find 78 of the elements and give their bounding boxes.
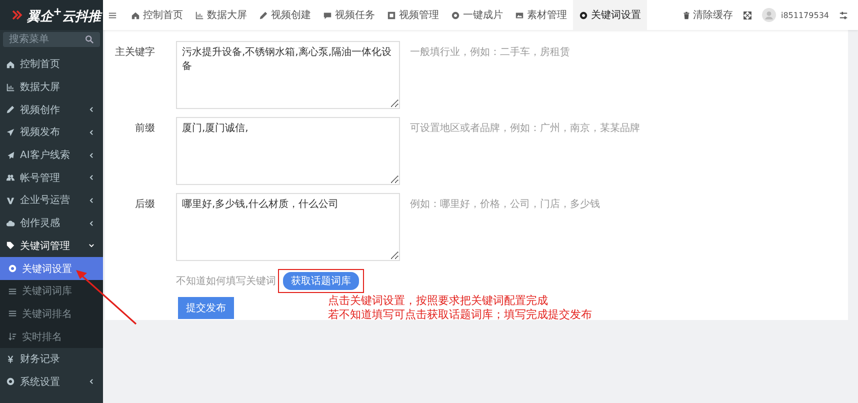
search-icon: [85, 35, 94, 44]
comment-icon: [323, 10, 332, 20]
menu-item[interactable]: 视频创作: [0, 98, 103, 122]
chart-icon: [6, 82, 15, 92]
menu-item[interactable]: 帐号管理: [0, 166, 103, 190]
submit-button[interactable]: 提交发布: [178, 297, 234, 319]
menu-icon[interactable]: [108, 10, 117, 20]
text-area[interactable]: 厦门,厦门诚信,: [176, 117, 400, 185]
image-icon: [515, 10, 524, 20]
yen-icon: [6, 354, 15, 364]
pencil-icon: [259, 10, 268, 20]
chevron-left-icon: [88, 220, 95, 227]
annotation-arrow: [76, 270, 138, 326]
pencil-icon: [6, 105, 15, 114]
submenu-item[interactable]: 关键词词库: [0, 280, 103, 303]
help-text: 不知道如何填写关键词: [176, 274, 276, 288]
submenu-item[interactable]: 关键词排名: [0, 302, 103, 326]
nav-tab[interactable]: 视频任务: [317, 0, 381, 30]
settings-icon: [6, 377, 15, 386]
sort-icon: [8, 332, 17, 342]
chevron-left-icon: [88, 174, 95, 182]
nav-tab[interactable]: 关键词设置: [573, 0, 647, 30]
settings-icon: [8, 264, 17, 274]
nav-tab[interactable]: 素材管理: [509, 0, 573, 30]
chevron-left-icon: [88, 106, 95, 114]
nav-tab[interactable]: 视频管理: [381, 0, 445, 30]
field-hint: 例如：哪里好，价格，公司，门店，多少钱: [410, 198, 600, 211]
list-icon: [8, 309, 17, 318]
submenu-item[interactable]: 实时排名: [0, 325, 103, 348]
list-icon: [8, 286, 17, 296]
chevron-down-icon: [88, 242, 95, 250]
field-label: 前缀: [134, 122, 155, 135]
menu-item[interactable]: 视频发布: [0, 121, 103, 144]
nav-tab[interactable]: 控制首页: [125, 0, 189, 30]
tag-icon: [6, 241, 15, 250]
users-icon: [6, 173, 15, 182]
menu-item[interactable]: 创作灵感: [0, 212, 103, 234]
nav-tab[interactable]: 数据大屏: [189, 0, 253, 30]
paper-plane-icon: [6, 150, 15, 160]
nav-tab[interactable]: 一键成片: [445, 0, 509, 30]
annotation-text: 点击关键词设置，按照要求把关键词配置完成: [328, 294, 549, 308]
menu-item[interactable]: 控制首页: [0, 53, 103, 76]
fullscreen-icon[interactable]: [742, 10, 752, 20]
menu-item[interactable]: 关键词管理: [0, 234, 103, 258]
field-label: 主关键字: [114, 46, 155, 59]
field-hint: 一般填行业，例如：二手车，房租赁: [410, 46, 570, 59]
chevron-left-icon: [88, 378, 95, 386]
sliders-icon[interactable]: [839, 10, 848, 20]
menu-item[interactable]: 财务记录: [0, 348, 103, 371]
chevron-left-icon: [88, 196, 95, 204]
nav-tab[interactable]: 视频创建: [253, 0, 317, 30]
chevron-left-icon: [88, 128, 95, 136]
trash-icon: [682, 10, 691, 20]
film-icon: [387, 10, 396, 20]
fetch-keywords-button[interactable]: 获取话题词库: [283, 272, 359, 290]
username[interactable]: i851179534: [780, 10, 829, 20]
text-area[interactable]: 污水提升设备,不锈钢水箱,离心泵,隔油一体化设备: [176, 41, 400, 109]
logo-mark-icon: [12, 9, 24, 21]
menu-item[interactable]: 数据大屏: [0, 76, 103, 98]
home-icon: [6, 60, 15, 69]
home-icon: [131, 10, 140, 20]
logo-text: 翼企$^{+}$云抖推: [27, 4, 102, 26]
field-hint: 可设置地区或者品牌，例如：广州，南京，某某品牌: [410, 122, 640, 135]
clear-cache-button[interactable]: 清除缓存: [682, 8, 733, 22]
annotation-text: 若不知道填写可点击获取话题词库；填写完成提交发布: [328, 308, 592, 322]
search-field[interactable]: 搜索菜单: [3, 32, 100, 47]
chevron-left-icon: [88, 152, 95, 159]
menu-item[interactable]: AI客户线索: [0, 144, 103, 166]
submenu-item[interactable]: 关键词设置: [0, 257, 103, 280]
menu-item[interactable]: 企业号运营: [0, 189, 103, 212]
vee-icon: [6, 196, 15, 205]
settings-icon: [579, 10, 588, 20]
menu-item[interactable]: 系统设置: [0, 370, 103, 394]
send-icon: [6, 128, 15, 137]
chart-icon: [195, 10, 204, 20]
text-area[interactable]: 哪里好,多少钱,什么材质，什么公司: [176, 193, 400, 261]
field-label: 后缀: [134, 198, 155, 211]
cloud-icon: [6, 218, 15, 228]
